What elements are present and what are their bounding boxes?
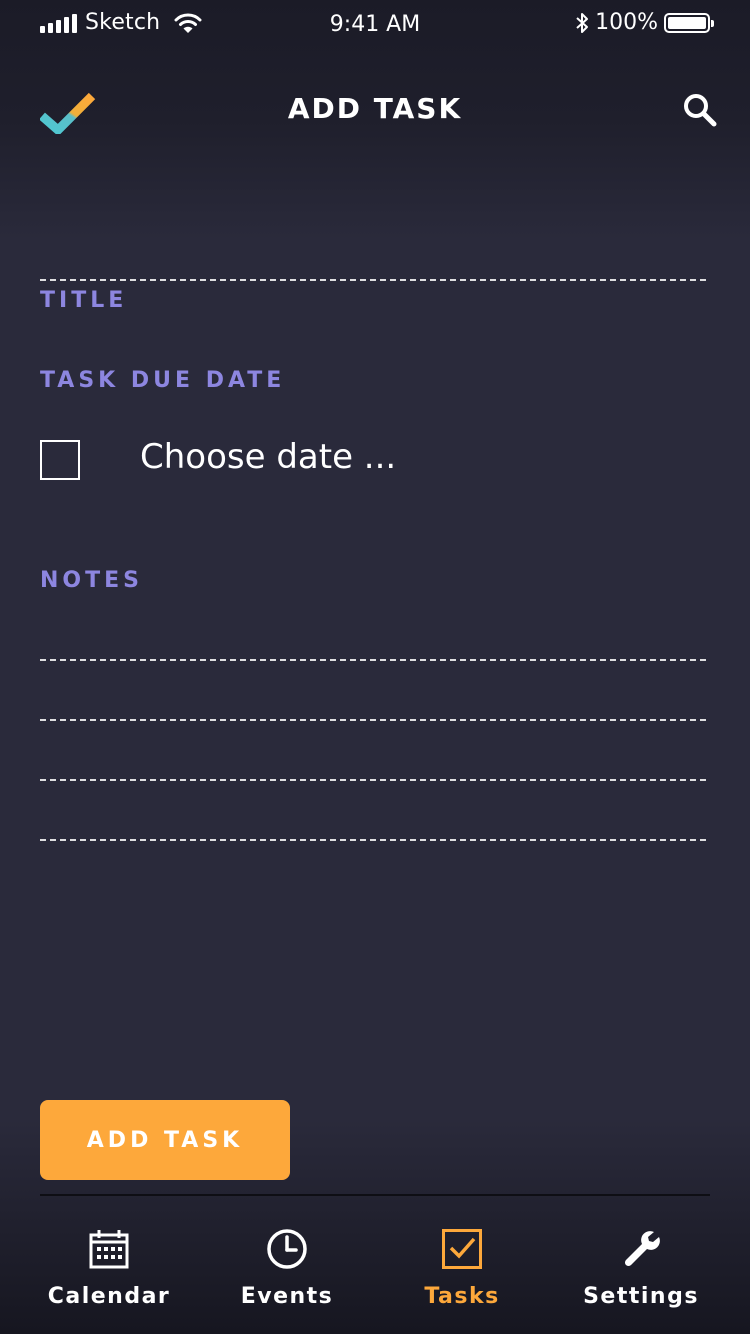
tab-label: Settings: [583, 1284, 699, 1309]
checkbox-icon: [442, 1229, 482, 1269]
page-title: ADD TASK: [287, 92, 463, 125]
status-bar: Sketch 9:41 AM 100%: [0, 0, 750, 48]
tab-calendar[interactable]: Calendar: [24, 1224, 194, 1309]
due-date-label: TASK DUE DATE: [40, 368, 286, 393]
due-date-checkbox[interactable]: [40, 440, 80, 480]
tab-label: Calendar: [47, 1284, 171, 1309]
title-label: TITLE: [40, 288, 128, 313]
clock-icon: [267, 1229, 307, 1269]
notes-line[interactable]: [40, 719, 706, 721]
search-icon[interactable]: [682, 92, 718, 128]
tab-label: Tasks: [424, 1284, 500, 1309]
notes-line[interactable]: [40, 839, 706, 841]
battery-percentage: 100%: [595, 10, 658, 35]
notes-label: NOTES: [40, 568, 143, 593]
tab-settings[interactable]: Settings: [556, 1224, 726, 1309]
wrench-icon: [624, 1231, 660, 1267]
tab-tasks[interactable]: Tasks: [377, 1224, 547, 1309]
calendar-icon: [89, 1230, 129, 1269]
tab-label: Events: [240, 1284, 334, 1309]
tab-events[interactable]: Events: [202, 1224, 372, 1309]
choose-date-field[interactable]: Choose date ...: [140, 437, 396, 477]
bluetooth-icon: [576, 12, 589, 33]
battery-icon: [664, 12, 714, 33]
notes-line[interactable]: [40, 779, 706, 781]
title-input[interactable]: [40, 279, 706, 281]
add-task-button[interactable]: ADD TASK: [40, 1100, 290, 1180]
notes-line[interactable]: [40, 659, 706, 661]
tab-bar: Calendar Events Tasks Settings: [0, 1196, 750, 1334]
status-right: 100%: [575, 10, 714, 35]
nav-bar: ADD TASK: [0, 80, 750, 140]
